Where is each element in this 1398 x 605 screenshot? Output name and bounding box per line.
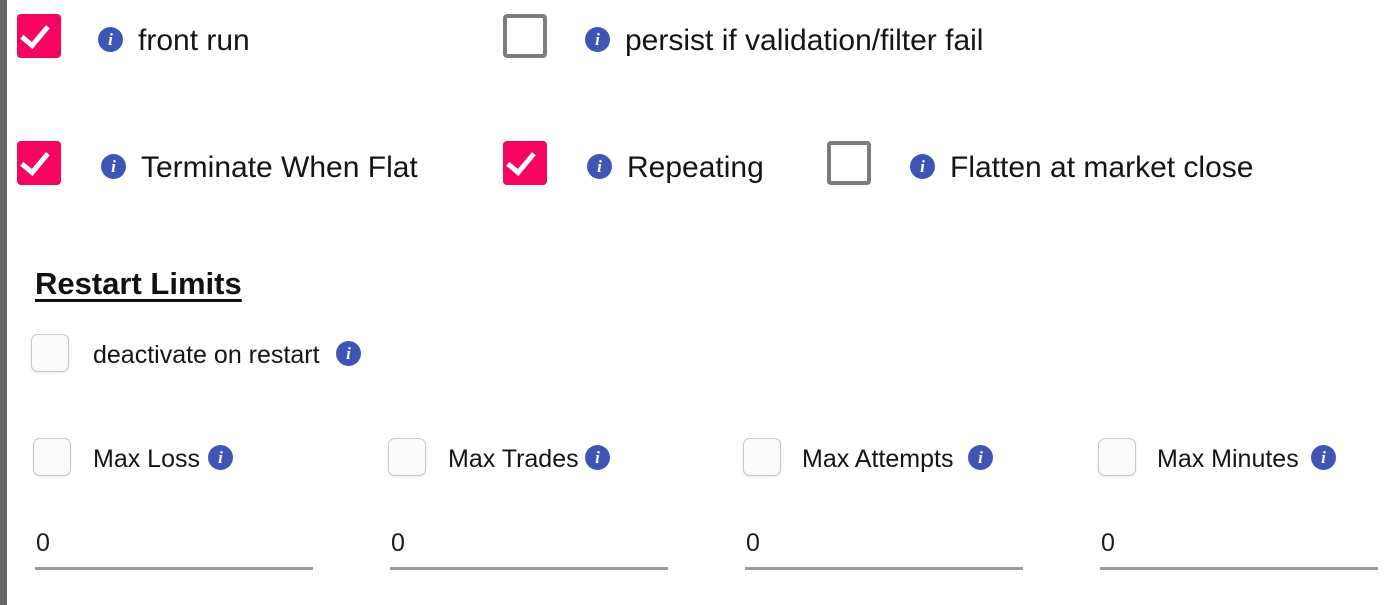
checkbox-max-minutes[interactable] <box>1098 438 1136 476</box>
check-mark-icon <box>20 18 50 49</box>
input-max-trades[interactable] <box>390 524 668 570</box>
info-icon-terminate-when-flat[interactable]: i <box>101 154 126 179</box>
checkbox-flatten-at-market-close[interactable] <box>827 141 871 185</box>
checkbox-max-loss[interactable] <box>33 438 71 476</box>
info-icon-flatten-at-market-close[interactable]: i <box>910 154 935 179</box>
label-front-run: front run <box>138 24 250 57</box>
section-heading-restart-limits: Restart Limits <box>35 266 242 301</box>
checkbox-repeating[interactable] <box>503 141 547 185</box>
checkbox-persist-if-validation-filter-fail[interactable] <box>503 14 547 58</box>
check-mark-icon <box>506 145 536 176</box>
label-max-trades: Max Trades <box>448 445 579 473</box>
info-icon-max-attempts[interactable]: i <box>968 445 993 470</box>
input-max-loss[interactable] <box>35 524 313 570</box>
checkbox-max-attempts[interactable] <box>743 438 781 476</box>
info-icon-max-trades[interactable]: i <box>585 445 610 470</box>
info-icon-max-minutes[interactable]: i <box>1311 445 1336 470</box>
label-flatten-at-market-close: Flatten at market close <box>950 151 1254 184</box>
check-mark-icon <box>20 145 50 176</box>
label-max-attempts: Max Attempts <box>802 445 954 473</box>
label-persist-if-validation-filter-fail: persist if validation/filter fail <box>625 24 984 57</box>
info-icon-deactivate-on-restart[interactable]: i <box>336 341 361 366</box>
info-icon-persist-if-validation-filter-fail[interactable]: i <box>585 27 610 52</box>
strategy-options-panel: i front run i persist if validation/filt… <box>0 0 1398 605</box>
checkbox-front-run[interactable] <box>17 14 61 58</box>
label-max-minutes: Max Minutes <box>1157 445 1299 473</box>
input-max-attempts[interactable] <box>745 524 1023 570</box>
info-icon-repeating[interactable]: i <box>587 154 612 179</box>
label-repeating: Repeating <box>627 151 764 184</box>
input-max-minutes[interactable] <box>1100 524 1378 570</box>
checkbox-terminate-when-flat[interactable] <box>17 141 61 185</box>
label-max-loss: Max Loss <box>93 445 200 473</box>
checkbox-deactivate-on-restart[interactable] <box>31 334 69 372</box>
label-deactivate-on-restart: deactivate on restart <box>93 341 320 369</box>
checkbox-max-trades[interactable] <box>388 438 426 476</box>
label-terminate-when-flat: Terminate When Flat <box>141 151 418 184</box>
info-icon-front-run[interactable]: i <box>98 27 123 52</box>
info-icon-max-loss[interactable]: i <box>208 445 233 470</box>
